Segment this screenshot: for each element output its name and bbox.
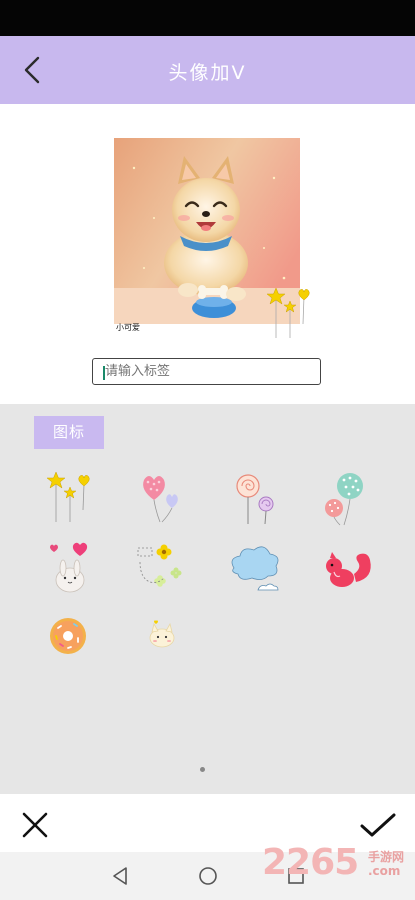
donut-sticker[interactable]	[40, 604, 102, 666]
polka-dot-balloons-sticker[interactable]	[316, 468, 378, 530]
text-cursor	[103, 366, 105, 380]
watermark-site: .com	[368, 864, 401, 878]
blue-cloud-sticker[interactable]	[224, 538, 286, 600]
status-bar	[0, 0, 415, 36]
red-squirrel-sticker[interactable]	[316, 538, 378, 600]
close-icon[interactable]	[20, 810, 50, 840]
tag-input[interactable]	[92, 358, 321, 385]
app-header: 头像加V	[0, 36, 415, 104]
page-title: 头像加V	[168, 62, 247, 84]
nav-back-icon[interactable]	[108, 864, 132, 888]
bunny-hearts-sticker[interactable]	[40, 538, 102, 600]
pink-heart-balloons-sticker[interactable]	[132, 468, 194, 530]
lollipops-sticker[interactable]	[224, 468, 286, 530]
sticker-panel: 图标	[0, 404, 415, 794]
flower-doodle-sticker[interactable]	[132, 538, 194, 600]
tab-icons[interactable]: 图标	[34, 416, 104, 449]
kitty-heart-sticker[interactable]	[132, 604, 194, 666]
watermark-number: 2265	[262, 842, 359, 883]
page-indicator-dot	[200, 767, 205, 772]
stars-heart-sticker[interactable]	[40, 468, 102, 530]
avatar-preview: 小可爱	[0, 104, 415, 404]
stars-heart-sticker-overlay[interactable]	[262, 284, 314, 340]
watermark-site-cn: 手游网	[368, 850, 405, 864]
avatar-caption: 小可爱	[116, 323, 140, 332]
nav-home-icon[interactable]	[196, 864, 220, 888]
site-watermark: 2265 手游网 .com	[262, 842, 412, 892]
check-icon[interactable]	[358, 810, 398, 840]
